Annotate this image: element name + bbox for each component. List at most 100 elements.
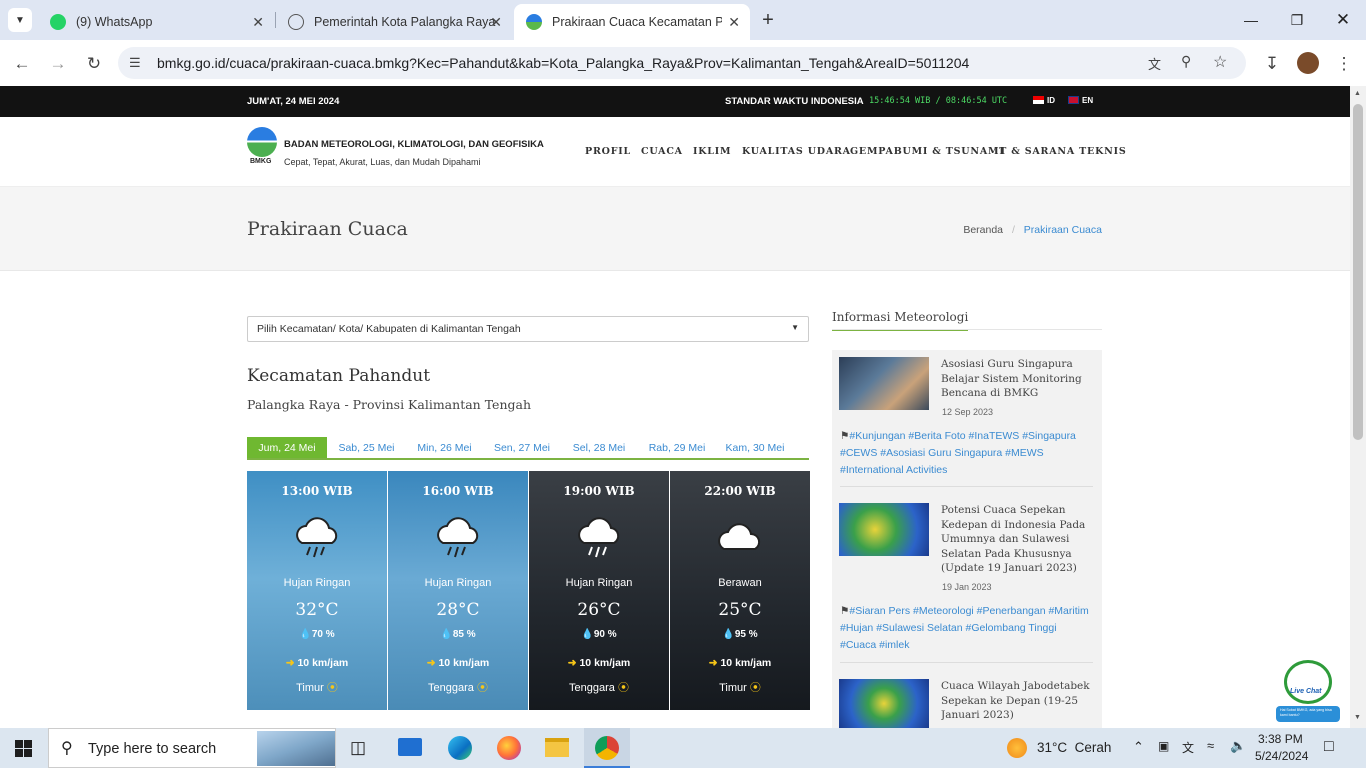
volume-icon[interactable]: 🔈 [1230,738,1246,754]
cloudy-icon [718,523,761,550]
browser-menu-icon[interactable]: ⋮ [1330,50,1358,78]
file-explorer-icon[interactable] [545,738,569,757]
bmkg-logo[interactable] [247,127,277,157]
close-tab-icon[interactable]: ✕ [252,14,264,31]
weather-sun-icon [1007,738,1027,758]
tab-whatsapp[interactable]: (9) WhatsApp ✕ [38,4,274,40]
taskbar-weather[interactable]: 31°C Cerah [1037,740,1111,755]
menu-cuaca[interactable]: CUACA [641,146,683,157]
tag-icon: ⚑ [840,430,850,442]
day-tab[interactable]: Sab, 25 Mei [329,437,404,458]
browser-tab-bar: ▼ (9) WhatsApp ✕ Pemerintah Kota Palangk… [0,0,1366,40]
news-thumbnail[interactable] [839,679,929,728]
news-thumbnail[interactable] [839,503,929,556]
light-rain-icon [578,517,620,558]
close-tab-icon[interactable]: ✕ [490,14,502,31]
translate-icon[interactable]: 文 [1148,54,1161,73]
light-rain-icon [437,517,479,558]
tab-palangka-raya[interactable]: Pemerintah Kota Palangka Raya ✕ [276,4,512,40]
forecast-condition: Hujan Ringan [283,577,351,589]
forecast-temperature: 28°C [436,600,480,620]
menu-profil[interactable]: PROFIL [585,146,631,157]
forecast-condition: Hujan Ringan [424,577,492,589]
new-tab-button[interactable]: + [756,8,780,32]
site-info-icon[interactable]: ☰ [129,55,141,71]
lang-en-link[interactable]: EN [1082,96,1093,105]
scroll-down-icon[interactable]: ▼ [1354,714,1361,721]
news-title[interactable]: Potensi Cuaca Sepekan Kedepan di Indones… [941,503,1091,576]
day-tabs: Jum, 24 Mei Sab, 25 Mei Min, 26 Mei Sen,… [247,437,809,460]
day-tab[interactable]: Min, 26 Mei [408,437,481,458]
live-chat-bubble: Hai Sobat BMKG, ada yang bisa kami bantu… [1276,706,1340,722]
firefox-icon[interactable] [497,736,521,760]
minimize-icon[interactable]: — [1228,0,1274,40]
tab-prakiraan-cuaca[interactable]: Prakiraan Cuaca Kecamatan Pah ✕ [514,4,750,40]
windows-start-icon[interactable] [15,740,32,757]
wifi-icon[interactable]: ≈ [1207,738,1214,753]
tab-search-button[interactable]: ▼ [8,8,32,32]
day-tab[interactable]: Sen, 27 Mei [487,437,557,458]
forecast-card[interactable]: 19:00 WIB Hujan Ringan 26°C 💧90 % ➜ 10 k… [529,471,669,710]
wind-icon: ➜ [708,657,718,669]
humidity-drop-icon: 💧 [440,629,453,640]
download-icon[interactable]: ↧ [1258,50,1286,78]
clock-time[interactable]: 3:38 PM [1258,732,1303,746]
light-rain-icon [296,517,338,558]
news-thumbnail[interactable] [839,357,929,410]
day-tab[interactable]: Sel, 28 Mei [564,437,634,458]
forecast-temperature: 26°C [577,600,621,620]
breadcrumb-home[interactable]: Beranda [963,224,1003,236]
forecast-card[interactable]: 13:00 WIB Hujan Ringan 32°C 💧70 % ➜ 10 k… [247,471,387,710]
menu-iklim[interactable]: IKLIM [693,146,731,157]
close-tab-icon[interactable]: ✕ [728,14,740,31]
meet-now-icon[interactable]: ▣ [1158,739,1169,753]
menu-it-sarana[interactable]: IT & SARANA TEKNIS [994,146,1127,157]
chrome-taskbar-button[interactable] [584,728,630,768]
page-scrollbar[interactable]: ▲ ▼ [1350,86,1366,728]
restore-icon[interactable]: ❐ [1274,0,1320,40]
edge-icon[interactable] [448,736,472,760]
day-tab[interactable]: Kam, 30 Mei [720,437,790,458]
back-icon[interactable]: ← [8,50,36,78]
lang-id-link[interactable]: ID [1047,96,1055,105]
profile-avatar[interactable] [1297,52,1319,74]
windows-taskbar: ⚲ Type here to search ◫ 31°C Cerah ⌃ ▣ 文… [0,728,1366,768]
forecast-condition: Berawan [718,577,762,589]
clock-date[interactable]: 5/24/2024 [1255,749,1308,763]
taskbar-search-placeholder: Type here to search [88,741,217,757]
forecast-card[interactable]: 22:00 WIB Berawan 25°C 💧95 % ➜ 10 km/jam… [670,471,810,710]
address-bar[interactable]: ☰ bmkg.go.id/cuaca/prakiraan-cuaca.bmkg?… [118,47,1246,79]
taskbar-search-box[interactable]: ⚲ Type here to search [48,728,336,768]
close-window-icon[interactable]: ✕ [1320,0,1366,40]
scroll-up-icon[interactable]: ▲ [1354,90,1361,97]
day-tab[interactable]: Jum, 24 Mei [247,437,327,458]
news-title[interactable]: Cuaca Wilayah Jabodetabek Sepekan ke Dep… [941,679,1091,728]
sidebar-rule [832,329,1102,330]
notification-icon[interactable]: □ [1324,738,1334,756]
task-view-icon[interactable]: ◫ [350,738,366,758]
breadcrumb-current[interactable]: Prakiraan Cuaca [1024,224,1102,236]
scrollbar-thumb[interactable] [1353,104,1363,440]
news-title[interactable]: Asosiasi Guru Singapura Belajar Sistem M… [941,357,1091,401]
live-chat-avatar-icon [1284,660,1332,704]
wind-direction-icon: ⦿ [749,682,761,694]
tab-label: Prakiraan Cuaca Kecamatan Pah [552,15,722,29]
menu-gempabumi[interactable]: GEMPABUMI & TSUNAMI [850,146,1005,157]
zoom-icon[interactable]: ⚲ [1181,53,1191,70]
tag-icon: ⚑ [840,605,850,617]
bookmark-star-icon[interactable]: ☆ [1213,52,1227,72]
forecast-temperature: 32°C [295,600,339,620]
tray-chevron-icon[interactable]: ⌃ [1133,739,1144,755]
day-tab[interactable]: Rab, 29 Mei [642,437,712,458]
humidity-drop-icon: 💧 [722,629,735,640]
org-tagline: Cepat, Tepat, Akurat, Luas, dan Mudah Di… [284,157,481,167]
mail-icon[interactable] [398,738,422,756]
menu-kualitas-udara[interactable]: KUALITAS UDARA [742,146,851,157]
forecast-time: 22:00 WIB [704,484,776,498]
reload-icon[interactable]: ↻ [80,50,108,78]
district-select[interactable]: Pilih Kecamatan/ Kota/ Kabupaten di Kali… [247,316,809,342]
forward-icon[interactable]: → [44,50,72,78]
live-chat-widget[interactable]: Live Chat Hai Sobat BMKG, ada yang bisa … [1276,658,1340,724]
forecast-card[interactable]: 16:00 WIB Hujan Ringan 28°C 💧85 % ➜ 10 k… [388,471,528,710]
ime-icon[interactable]: 文 [1182,739,1194,756]
